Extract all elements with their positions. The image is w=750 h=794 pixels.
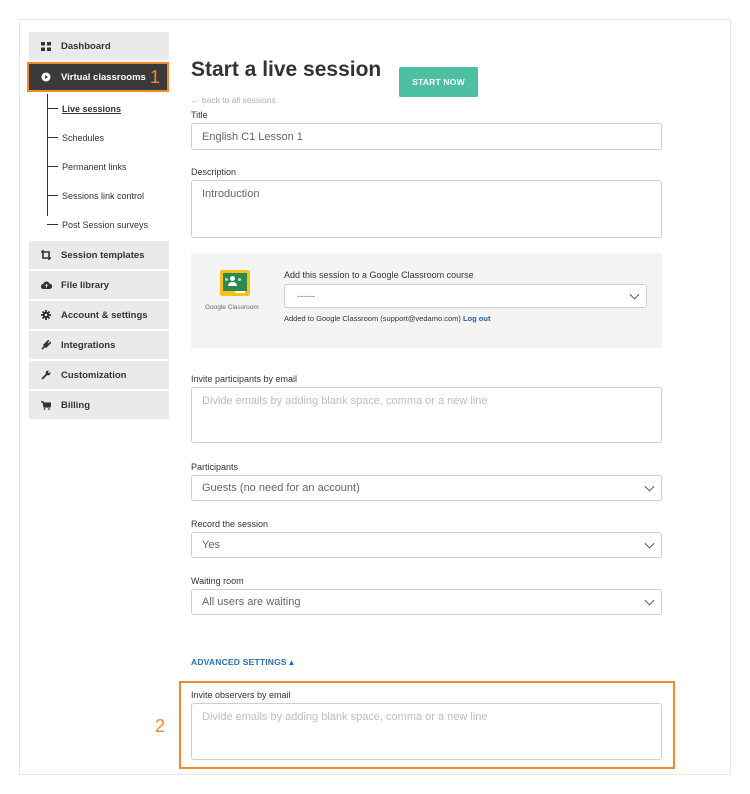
participants-select-value: Guests (no need for an account) xyxy=(202,482,360,494)
tree-tick xyxy=(47,166,58,167)
course-select-value: ------ xyxy=(297,291,315,301)
cloud-upload-icon xyxy=(39,279,53,291)
play-circle-icon xyxy=(39,71,53,83)
waiting-room-select-value: All users are waiting xyxy=(202,596,301,608)
tree-tick xyxy=(47,224,58,225)
record-session-label: Record the session xyxy=(191,519,269,529)
google-classroom-note: Added to Google Classroom (support@vedam… xyxy=(284,314,490,323)
sidebar-item-dashboard[interactable]: Dashboard xyxy=(29,32,169,60)
submenu-item-schedules[interactable]: Schedules xyxy=(47,123,169,152)
sidebar-item-label: File library xyxy=(61,279,110,291)
google-classroom-logo-icon xyxy=(220,270,250,296)
sidebar-item-file-library[interactable]: File library xyxy=(29,271,169,299)
sidebar-item-label: Virtual classrooms xyxy=(61,71,146,83)
sidebar-item-label: Customization xyxy=(61,369,127,381)
sidebar-item-label: Session templates xyxy=(61,249,145,261)
gear-icon xyxy=(39,309,53,321)
google-logout-link[interactable]: Log out xyxy=(463,314,491,323)
chevron-down-icon xyxy=(644,538,655,549)
wrench-icon xyxy=(39,369,53,381)
google-classroom-course-select[interactable]: ------ xyxy=(284,284,647,308)
chevron-down-icon xyxy=(629,289,640,300)
chevron-down-icon xyxy=(644,595,655,606)
record-session-select-value: Yes xyxy=(202,539,220,551)
title-input-value: English C1 Lesson 1 xyxy=(202,130,303,143)
sidebar-item-label: Billing xyxy=(61,399,91,411)
invite-observers-textarea[interactable]: Divide emails by adding blank space, com… xyxy=(191,703,662,760)
google-classroom-name: Google Classroom xyxy=(205,304,259,311)
submenu-item-sessions-link-control[interactable]: Sessions link control xyxy=(47,181,169,210)
sidebar-item-label: Dashboard xyxy=(61,40,111,52)
annotation-marker-2: 2 xyxy=(155,716,166,736)
description-value: Introduction xyxy=(202,188,260,200)
invite-observers-placeholder: Divide emails by adding blank space, com… xyxy=(202,711,488,723)
cart-icon xyxy=(39,399,53,411)
submenu-item-live-sessions[interactable]: Live sessions xyxy=(47,94,169,123)
start-now-button[interactable]: START NOW xyxy=(399,67,478,97)
sidebar-item-virtual-classrooms[interactable]: Virtual classrooms xyxy=(27,62,169,92)
page-title: Start a live session xyxy=(191,58,382,81)
sidebar-item-label: Integrations xyxy=(61,339,116,351)
participants-label: Participants xyxy=(191,462,239,472)
tree-tick xyxy=(47,195,58,196)
submenu-item-label: Schedules xyxy=(62,132,105,143)
sidebar-item-label: Account & settings xyxy=(61,309,148,321)
annotation-marker-1: 1 xyxy=(150,67,161,87)
virtual-classrooms-submenu: Live sessions Schedules Permanent links … xyxy=(29,94,169,239)
description-label: Description xyxy=(191,167,237,177)
sidebar-item-session-templates[interactable]: Session templates xyxy=(29,241,169,269)
sidebar: Dashboard Virtual classrooms Live sessio… xyxy=(27,32,169,421)
waiting-room-select[interactable]: All users are waiting xyxy=(191,589,662,615)
crop-icon xyxy=(39,249,53,261)
sidebar-item-customization[interactable]: Customization xyxy=(29,361,169,389)
description-textarea[interactable]: Introduction xyxy=(191,180,662,238)
record-session-select[interactable]: Yes xyxy=(191,532,662,558)
submenu-item-label: Permanent links xyxy=(62,161,127,172)
advanced-settings-toggle[interactable]: ADVANCED SETTINGS ▴ xyxy=(191,657,294,668)
sidebar-item-account-settings[interactable]: Account & settings xyxy=(29,301,169,329)
waiting-room-label: Waiting room xyxy=(191,576,244,586)
invite-participants-textarea[interactable]: Divide emails by adding blank space, com… xyxy=(191,387,662,443)
invite-participants-label: Invite participants by email xyxy=(191,374,298,384)
google-classroom-title: Add this session to a Google Classroom c… xyxy=(284,270,474,280)
sidebar-item-billing[interactable]: Billing xyxy=(29,391,169,419)
submenu-item-label: Live sessions xyxy=(62,103,122,114)
google-classroom-panel: Google Classroom Add this session to a G… xyxy=(191,253,662,348)
chevron-down-icon xyxy=(644,481,655,492)
title-input[interactable]: English C1 Lesson 1 xyxy=(191,123,662,150)
submenu-item-label: Post Session surveys xyxy=(62,219,149,230)
participants-select[interactable]: Guests (no need for an account) xyxy=(191,475,662,501)
submenu-item-permanent-links[interactable]: Permanent links xyxy=(47,152,169,181)
back-to-sessions-link[interactable]: ← back to all sessions xyxy=(191,95,276,105)
invite-observers-label: Invite observers by email xyxy=(191,690,291,700)
tree-tick xyxy=(47,108,58,109)
google-classroom-account: Added to Google Classroom (support@vedam… xyxy=(284,314,461,323)
tree-tick xyxy=(47,137,58,138)
submenu-item-post-session-surveys[interactable]: Post Session surveys xyxy=(47,210,169,239)
title-label: Title xyxy=(191,110,208,120)
plug-icon xyxy=(39,339,53,351)
sidebar-item-integrations[interactable]: Integrations xyxy=(29,331,169,359)
grid-icon xyxy=(39,40,53,52)
invite-participants-placeholder: Divide emails by adding blank space, com… xyxy=(202,395,488,407)
submenu-item-label: Sessions link control xyxy=(62,190,145,201)
